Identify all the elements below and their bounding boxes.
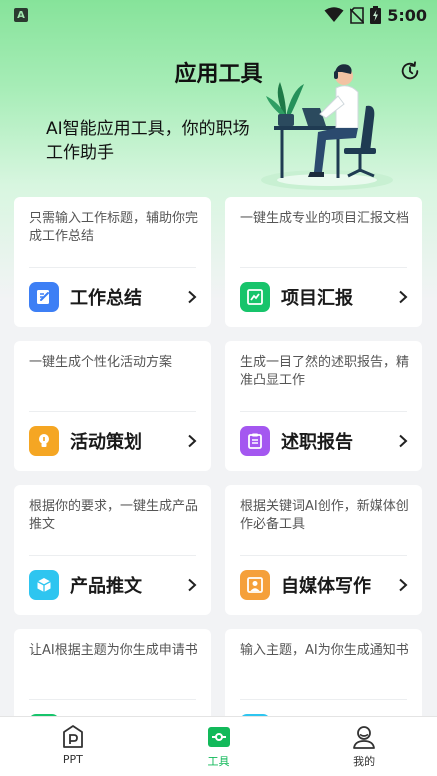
tools-grid: 只需输入工作标题，辅助你完成工作总结 工作总结 一键生成专业的项目汇报文档 项目… bbox=[14, 197, 423, 759]
card-action-row[interactable]: 工作总结 bbox=[29, 281, 197, 313]
card-action-row[interactable]: 自媒体写作 bbox=[240, 569, 408, 601]
card-divider bbox=[29, 699, 196, 700]
card-title: 项目汇报 bbox=[281, 288, 353, 309]
card-title: 产品推文 bbox=[70, 576, 142, 597]
chevron-right-icon bbox=[399, 578, 408, 592]
tool-card-event-planning[interactable]: 一键生成个性化活动方案 活动策划 bbox=[14, 341, 211, 471]
card-divider bbox=[240, 699, 407, 700]
tagline: AI智能应用工具，你的职场工作助手 bbox=[46, 119, 250, 163]
chevron-right-icon bbox=[399, 434, 408, 448]
card-description: 只需输入工作标题，辅助你完成工作总结 bbox=[29, 211, 199, 244]
ppt-icon bbox=[62, 725, 83, 748]
card-title: 自媒体写作 bbox=[281, 576, 371, 597]
card-divider bbox=[29, 267, 196, 268]
chevron-right-icon bbox=[399, 290, 408, 304]
nav-label: 工具 bbox=[207, 755, 230, 768]
worker-illustration bbox=[261, 64, 393, 190]
card-description: 生成一目了然的述职报告，精准凸显工作 bbox=[240, 355, 410, 388]
card-action-row[interactable]: 活动策划 bbox=[29, 425, 197, 457]
nav-tab-ppt[interactable]: PPT bbox=[0, 717, 146, 776]
tool-card-work-summary[interactable]: 只需输入工作标题，辅助你完成工作总结 工作总结 bbox=[14, 197, 211, 327]
card-divider bbox=[240, 267, 407, 268]
card-divider bbox=[29, 411, 196, 412]
person-card-icon bbox=[240, 570, 270, 600]
card-title: 工作总结 bbox=[70, 288, 142, 309]
no-sim-icon bbox=[350, 6, 365, 24]
app-notification-icon: A bbox=[14, 8, 28, 22]
chevron-right-icon bbox=[188, 578, 197, 592]
card-divider bbox=[240, 555, 407, 556]
card-divider bbox=[29, 555, 196, 556]
tool-card-self-media[interactable]: 根据关键词AI创作，新媒体创作必备工具 自媒体写作 bbox=[225, 485, 422, 615]
clipboard-list-icon bbox=[240, 426, 270, 456]
status-icons: 5:00 bbox=[324, 6, 427, 25]
card-title: 述职报告 bbox=[281, 432, 353, 453]
card-description: 根据关键词AI创作，新媒体创作必备工具 bbox=[240, 499, 409, 532]
nav-tab-profile[interactable]: 我的 bbox=[291, 717, 437, 776]
clock: 5:00 bbox=[387, 5, 427, 25]
battery-charging-icon bbox=[370, 6, 382, 24]
nav-tab-tools[interactable]: 工具 bbox=[146, 717, 292, 776]
report-chart-icon bbox=[240, 282, 270, 312]
history-icon[interactable] bbox=[399, 60, 421, 82]
nav-label: 我的 bbox=[353, 755, 376, 768]
card-divider bbox=[240, 411, 407, 412]
chevron-right-icon bbox=[188, 290, 197, 304]
wifi-icon bbox=[324, 7, 344, 22]
cube-icon bbox=[29, 570, 59, 600]
status-bar: A 5:00 bbox=[0, 0, 437, 30]
card-description: 根据你的要求，一键生成产品推文 bbox=[29, 499, 199, 532]
tool-card-product-post[interactable]: 根据你的要求，一键生成产品推文 产品推文 bbox=[14, 485, 211, 615]
document-edit-icon bbox=[29, 282, 59, 312]
card-description: 让AI根据主题为你生成申请书 bbox=[29, 643, 198, 658]
bottom-navigation: PPT 工具 我的 bbox=[0, 716, 437, 776]
nav-label: PPT bbox=[62, 753, 83, 766]
chevron-right-icon bbox=[188, 434, 197, 448]
card-title: 活动策划 bbox=[70, 432, 142, 453]
tools-icon bbox=[207, 727, 230, 747]
tool-card-work-report[interactable]: 生成一目了然的述职报告，精准凸显工作 述职报告 bbox=[225, 341, 422, 471]
lightbulb-icon bbox=[29, 426, 59, 456]
card-action-row[interactable]: 项目汇报 bbox=[240, 281, 408, 313]
card-action-row[interactable]: 述职报告 bbox=[240, 425, 408, 457]
card-description: 一键生成专业的项目汇报文档 bbox=[240, 211, 410, 226]
card-description: 一键生成个性化活动方案 bbox=[29, 355, 173, 370]
profile-icon bbox=[353, 726, 376, 749]
card-description: 输入主题，AI为你生成通知书 bbox=[240, 643, 409, 658]
card-action-row[interactable]: 产品推文 bbox=[29, 569, 197, 601]
tool-card-project-report[interactable]: 一键生成专业的项目汇报文档 项目汇报 bbox=[225, 197, 422, 327]
